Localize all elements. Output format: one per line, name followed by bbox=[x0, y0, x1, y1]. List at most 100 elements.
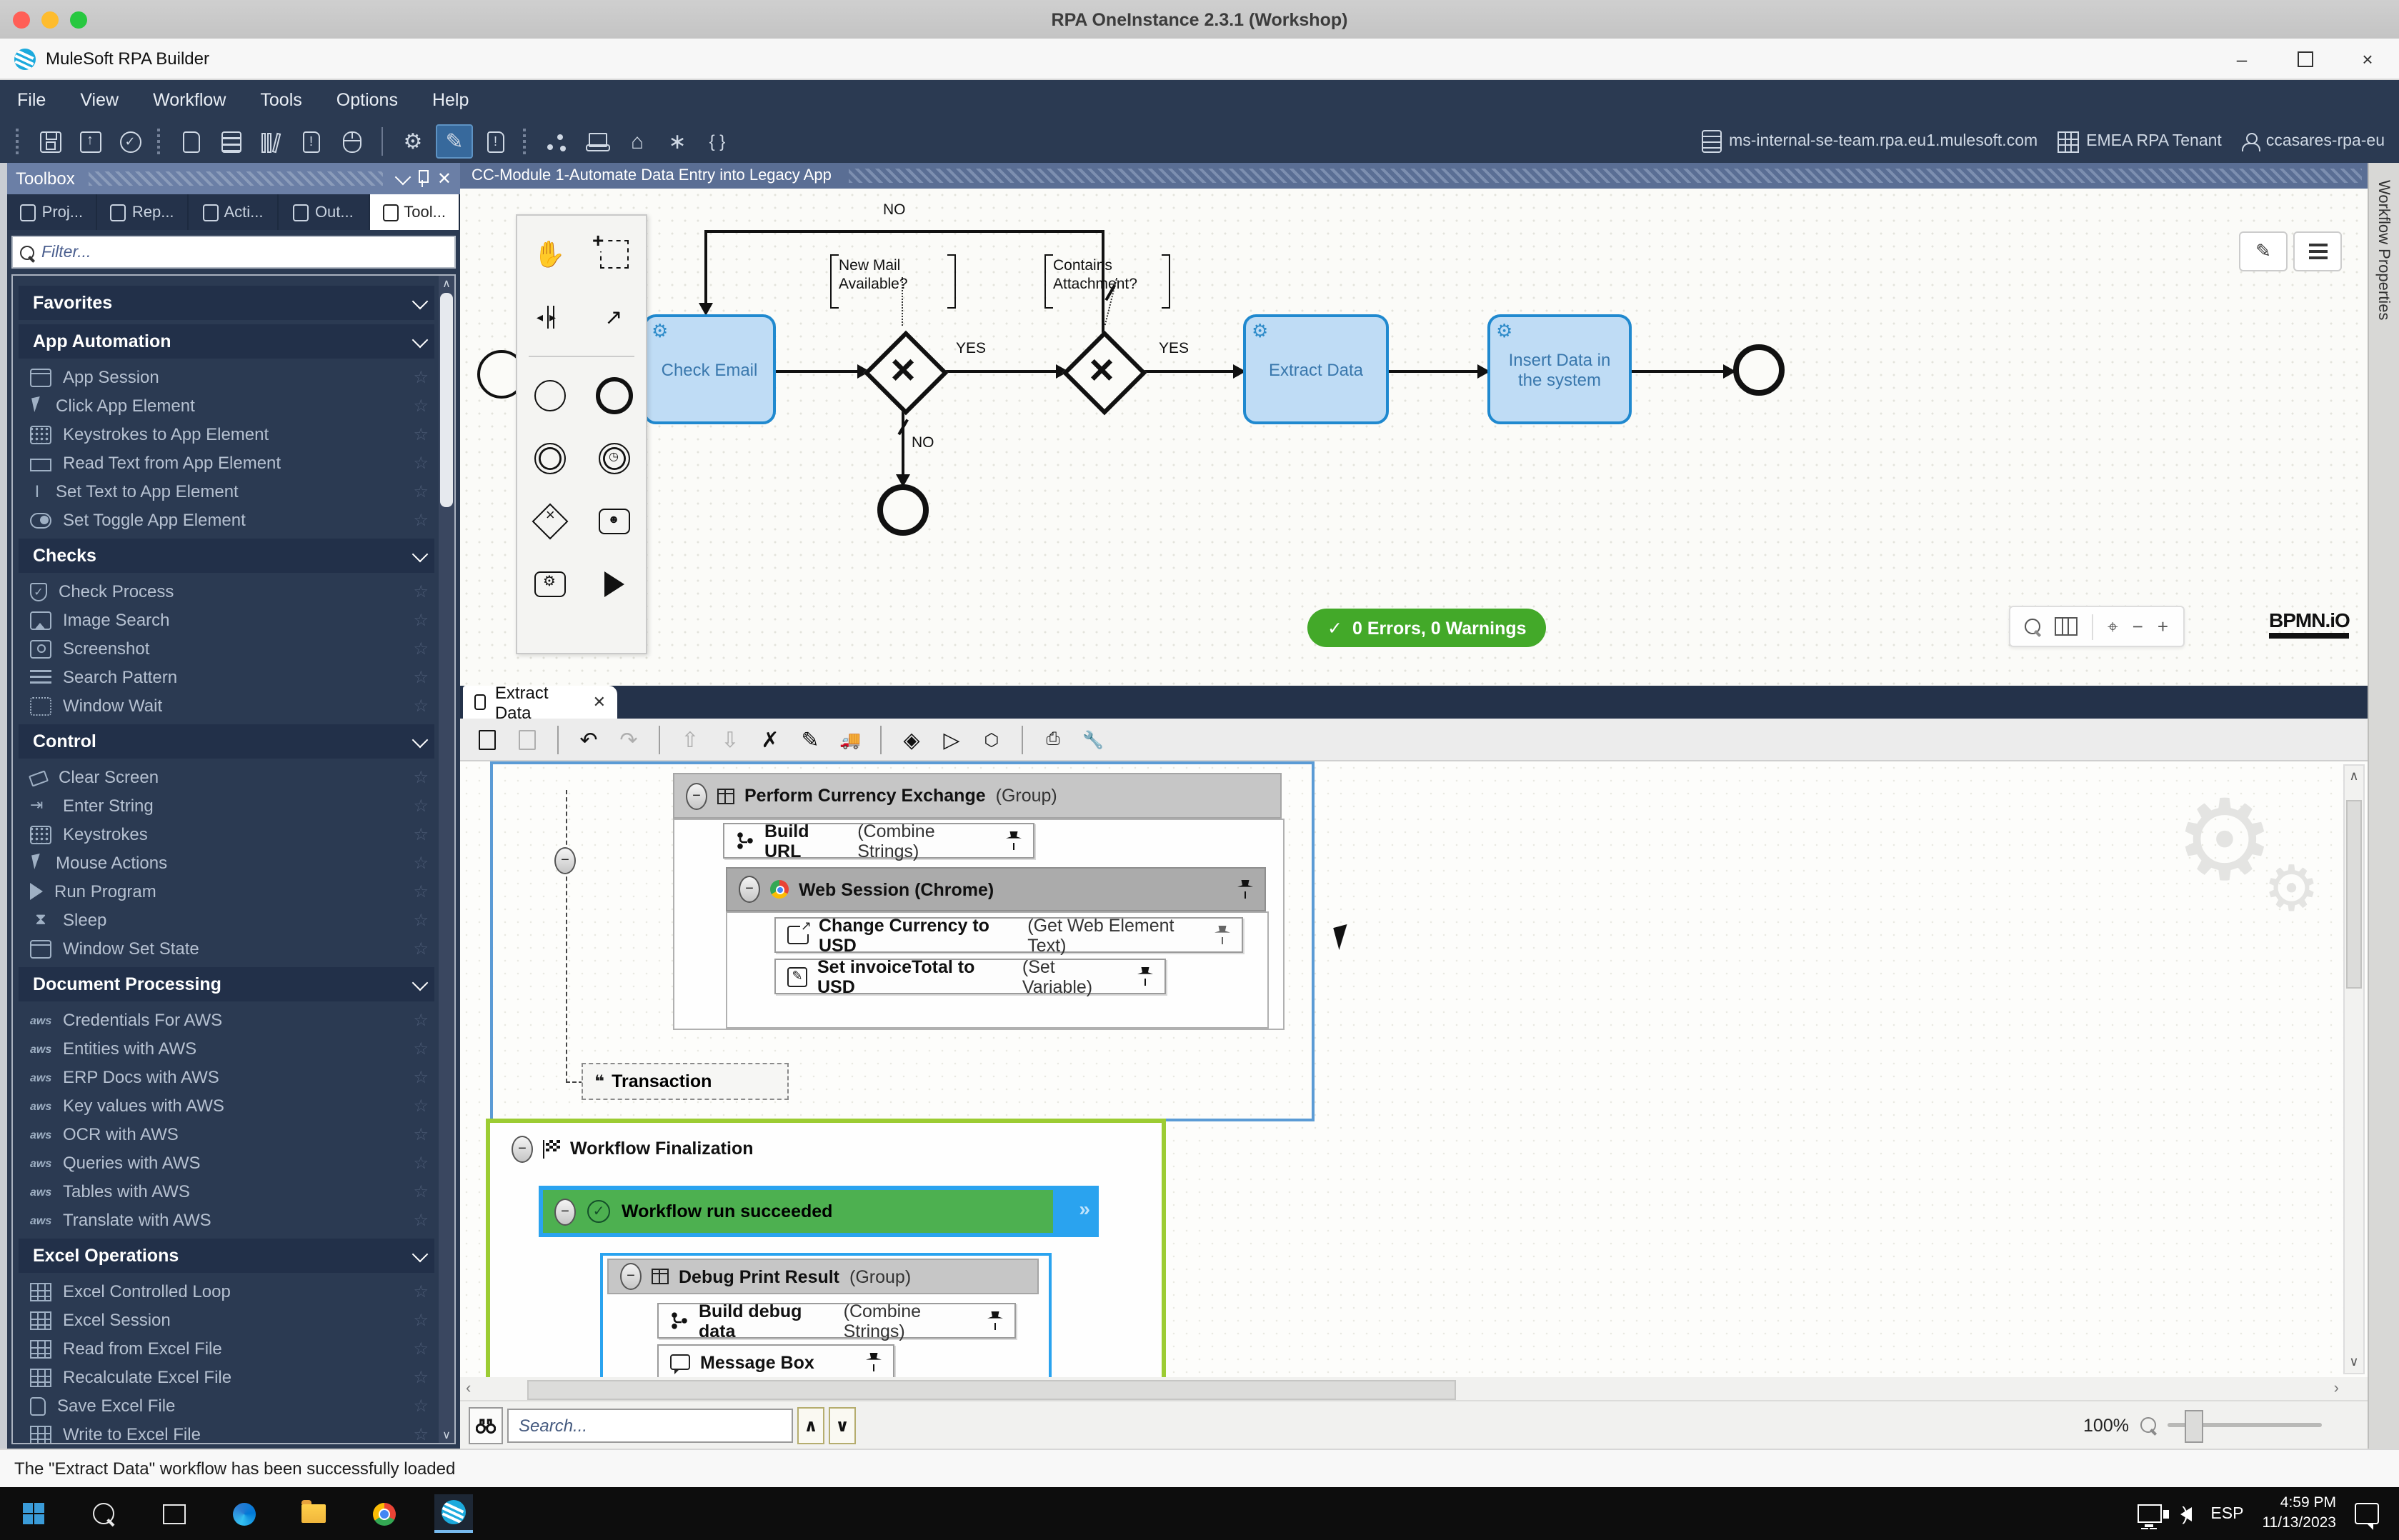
favorite-star-icon[interactable]: ☆ bbox=[413, 881, 429, 901]
scroll-down-icon[interactable]: ∨ bbox=[2345, 1354, 2363, 1370]
toolbox-item-entities-aws[interactable]: awsEntities with AWS☆ bbox=[13, 1034, 454, 1063]
pen-tool-button[interactable]: ✎ bbox=[436, 124, 473, 159]
section-document-processing[interactable]: Document Processing bbox=[19, 967, 434, 1001]
run-button[interactable]: ▷ bbox=[933, 722, 970, 756]
menu-tools[interactable]: Tools bbox=[260, 90, 301, 110]
section-control[interactable]: Control bbox=[19, 724, 434, 759]
group-perform-currency-exchange[interactable]: − Perform Currency Exchange(Group) bbox=[673, 773, 1282, 819]
remote-machine-button[interactable] bbox=[580, 126, 614, 157]
label-contains-attachment[interactable]: Contains Attachment? bbox=[1044, 254, 1170, 309]
toolbox-item-key-values-aws[interactable]: awsKey values with AWS☆ bbox=[13, 1091, 454, 1120]
menu-options[interactable]: Options bbox=[336, 90, 398, 110]
debug-button[interactable]: ⬡ bbox=[973, 722, 1010, 756]
bpmn-canvas[interactable]: NO NO YES YES ⚙Check Email ⚙Extract Data… bbox=[460, 189, 2368, 686]
workflow-vscrollbar[interactable]: ∧ ∨ bbox=[2343, 764, 2365, 1374]
step-build-debug-data[interactable]: Build debug data(Combine Strings) bbox=[657, 1303, 1016, 1339]
favorite-star-icon[interactable]: ☆ bbox=[413, 453, 429, 473]
clock[interactable]: 4:59 PM 11/13/2023 bbox=[2262, 1494, 2336, 1534]
close-icon[interactable]: ✕ bbox=[437, 171, 452, 186]
settings-button[interactable]: ⚙ bbox=[396, 126, 430, 157]
create-end-event[interactable] bbox=[582, 369, 646, 423]
favorite-star-icon[interactable]: ☆ bbox=[413, 1096, 429, 1116]
space-tool[interactable] bbox=[517, 290, 582, 344]
mulesoft-rpa-taskbar-icon[interactable] bbox=[434, 1494, 473, 1533]
scrollbar-thumb[interactable] bbox=[440, 293, 453, 507]
menu-help[interactable]: Help bbox=[432, 90, 469, 110]
tab-project[interactable]: Proj... bbox=[7, 194, 98, 230]
start-button[interactable] bbox=[14, 1494, 53, 1533]
group-web-session[interactable]: − Web Session (Chrome) bbox=[726, 867, 1266, 911]
step-message-box[interactable]: Message Box bbox=[657, 1344, 894, 1377]
toolbox-item-click-app-element[interactable]: Click App Element☆ bbox=[13, 391, 454, 420]
toolbox-item-app-session[interactable]: App Session☆ bbox=[13, 363, 454, 391]
window-maximize-button[interactable] bbox=[2273, 39, 2336, 79]
minimap-icon[interactable] bbox=[2055, 617, 2078, 636]
section-favorites[interactable]: Favorites bbox=[19, 286, 434, 320]
favorite-star-icon[interactable]: ☆ bbox=[413, 1039, 429, 1059]
toolbox-item-set-toggle[interactable]: Set Toggle App Element☆ bbox=[13, 506, 454, 534]
taskbar-search-button[interactable] bbox=[84, 1494, 123, 1533]
toolbox-item-check-process[interactable]: ✓Check Process☆ bbox=[13, 577, 454, 606]
favorite-star-icon[interactable]: ☆ bbox=[413, 610, 429, 630]
move-down-button[interactable]: ⇩ bbox=[712, 722, 749, 756]
delete-button[interactable]: ✗ bbox=[752, 722, 789, 756]
panel-drag-handle[interactable] bbox=[89, 171, 383, 186]
pin-icon[interactable] bbox=[866, 1353, 882, 1371]
favorite-star-icon[interactable]: ☆ bbox=[413, 1124, 429, 1144]
favorite-star-icon[interactable]: ☆ bbox=[413, 1067, 429, 1087]
lasso-tool[interactable] bbox=[582, 227, 646, 281]
hand-tool[interactable]: ✋ bbox=[517, 227, 582, 281]
zoom-out-button[interactable]: − bbox=[2133, 616, 2143, 637]
home-button[interactable]: ⌂ bbox=[620, 126, 654, 157]
favorite-star-icon[interactable]: ☆ bbox=[413, 510, 429, 530]
chevron-down-icon[interactable] bbox=[395, 169, 412, 185]
group-workflow-finalization[interactable]: − Workflow Finalization bbox=[500, 1130, 929, 1167]
validate-badge-button[interactable]: ✓ bbox=[113, 126, 147, 157]
tab-extract-data[interactable]: Extract Data ✕ bbox=[463, 686, 617, 719]
tab-activities[interactable]: Acti... bbox=[189, 194, 279, 230]
pin-icon[interactable] bbox=[1006, 831, 1022, 850]
scroll-left-icon[interactable]: ‹ bbox=[466, 1380, 471, 1397]
toolbox-item-ocr-aws[interactable]: awsOCR with AWS☆ bbox=[13, 1120, 454, 1149]
step-change-currency[interactable]: Change Currency to USD(Get Web Element T… bbox=[774, 917, 1243, 953]
fit-viewport-icon[interactable]: ⌖ bbox=[2108, 615, 2118, 638]
settings-wrench-button[interactable]: 🔧 bbox=[1074, 722, 1112, 756]
network-icon[interactable] bbox=[2138, 1504, 2162, 1523]
toolbox-item-recalc-excel[interactable]: Recalculate Excel File☆ bbox=[13, 1363, 454, 1391]
favorite-star-icon[interactable]: ☆ bbox=[413, 939, 429, 959]
bot-connections-button[interactable] bbox=[540, 126, 574, 157]
panel-drag-handle[interactable] bbox=[849, 169, 2362, 183]
bpmn-io-logo[interactable]: BPMN.iO bbox=[2269, 609, 2350, 639]
step-workflow-run-succeeded[interactable]: − ✓ Workflow run succeeded bbox=[543, 1190, 1053, 1233]
favorite-star-icon[interactable]: ☆ bbox=[413, 1010, 429, 1030]
create-gateway[interactable] bbox=[517, 494, 582, 549]
toolbox-scrollbar[interactable]: ∧ ∨ bbox=[439, 276, 454, 1443]
toolbox-item-screenshot[interactable]: Screenshot☆ bbox=[13, 634, 454, 663]
menu-view[interactable]: View bbox=[80, 90, 119, 110]
toolbox-item-translate-aws[interactable]: awsTranslate with AWS☆ bbox=[13, 1206, 454, 1234]
create-timer-event[interactable]: ◷ bbox=[582, 431, 646, 486]
favorite-star-icon[interactable]: ☆ bbox=[413, 424, 429, 444]
collapse-icon[interactable]: − bbox=[686, 782, 707, 809]
gateway-new-mail[interactable]: × bbox=[863, 330, 943, 410]
collapse-icon[interactable]: − bbox=[620, 1263, 642, 1290]
toolbox-item-set-text[interactable]: ISet Text to App Element☆ bbox=[13, 477, 454, 506]
workflow-editor[interactable]: − − Perform Currency Exchange(Group) Bui… bbox=[460, 761, 2368, 1377]
activities-button[interactable] bbox=[254, 126, 289, 157]
task-check-email[interactable]: ⚙Check Email bbox=[643, 314, 776, 424]
toolbox-item-clear-screen[interactable]: Clear Screen☆ bbox=[13, 763, 454, 791]
tab-repository[interactable]: Rep... bbox=[98, 194, 189, 230]
workflow-hscrollbar[interactable]: ‹ › bbox=[460, 1377, 2368, 1400]
properties-menu-button[interactable] bbox=[2293, 231, 2342, 271]
toolbox-filter-input[interactable]: Filter... bbox=[11, 236, 456, 269]
window-minimize-button[interactable]: – bbox=[2210, 39, 2273, 79]
group-debug-print-result[interactable]: − Debug Print Result(Group) bbox=[607, 1259, 1039, 1294]
collapse-icon[interactable]: − bbox=[739, 876, 760, 903]
favorite-star-icon[interactable]: ☆ bbox=[413, 1339, 429, 1359]
toolbox-item-read-text[interactable]: Read Text from App Element☆ bbox=[13, 449, 454, 477]
close-tab-icon[interactable]: ✕ bbox=[593, 693, 606, 711]
toolbar-grip[interactable] bbox=[523, 129, 530, 154]
server-indicator[interactable]: ms-internal-se-team.rpa.eu1.mulesoft.com bbox=[1702, 130, 2038, 153]
save-button[interactable] bbox=[33, 126, 67, 157]
chrome-taskbar-icon[interactable] bbox=[364, 1494, 403, 1533]
